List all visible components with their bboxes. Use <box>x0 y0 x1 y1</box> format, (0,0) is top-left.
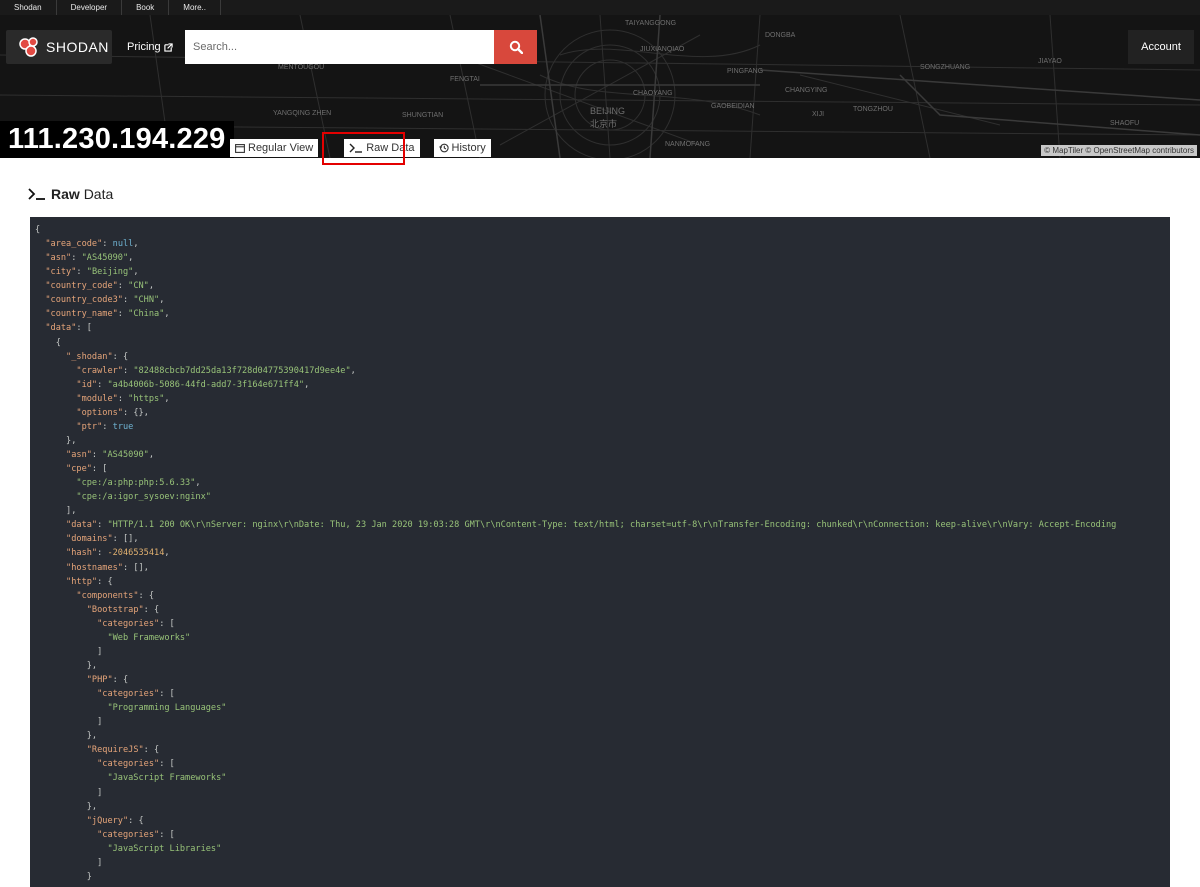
map-label: NANMOFANG <box>665 141 710 148</box>
tab-history-label: History <box>451 142 486 154</box>
pricing-label: Pricing <box>127 41 161 53</box>
nav-shodan[interactable]: Shodan <box>0 0 57 15</box>
map-label: TAIYANGGONG <box>625 20 676 27</box>
map-label: CHANGYING <box>785 87 827 94</box>
shodan-logo[interactable]: SHODAN <box>6 30 112 64</box>
nav-more[interactable]: More.. <box>169 0 221 15</box>
map-label: JIAYAO <box>1038 58 1062 65</box>
map-attribution: © MapTiler © OpenStreetMap contributors <box>1041 145 1197 156</box>
map-label: DONGBA <box>765 32 796 39</box>
raw-json: { "area_code": null, "asn": "AS45090", "… <box>35 225 1117 882</box>
raw-data-code-block[interactable]: { "area_code": null, "asn": "AS45090", "… <box>30 217 1170 887</box>
search-icon <box>509 40 523 54</box>
map-label: GAOBEIDIAN <box>711 103 755 110</box>
logo-text: SHODAN <box>46 39 109 55</box>
history-icon <box>438 143 449 153</box>
map-label: SONGZHUANG <box>920 64 970 71</box>
window-icon <box>235 143 245 153</box>
search-input[interactable] <box>185 30 495 64</box>
map-label: PINGFANG <box>727 68 763 75</box>
ip-address: 111.230.194.229 <box>0 121 234 158</box>
top-nav: Shodan Developer Book More.. <box>0 0 1200 15</box>
map-label: SHAOFU <box>1110 120 1139 127</box>
map-label: MENTOUGOU <box>278 64 324 71</box>
header-map: TAIYANGGONG DONGBA BEIJING 北京市 CHAOYANG … <box>0 15 1200 158</box>
section-title-bold: Raw <box>51 186 80 202</box>
account-button[interactable]: Account <box>1128 30 1194 64</box>
map-label: JIUXIANQIAO <box>640 46 685 53</box>
tab-regular-view[interactable]: Regular View <box>230 139 319 157</box>
pricing-link[interactable]: Pricing <box>127 41 173 53</box>
map-label: XIJI <box>812 111 824 118</box>
map-label: YANGQING ZHEN <box>273 110 331 117</box>
section-title: Raw Data <box>28 186 113 202</box>
tab-history[interactable]: History <box>433 139 491 157</box>
map-label: BEIJING <box>590 106 625 116</box>
section-title-rest: Data <box>83 186 114 202</box>
search-button[interactable] <box>494 30 537 64</box>
tab-highlight-box <box>322 132 405 165</box>
map-label: 北京市 <box>590 118 617 129</box>
tab-regular-view-label: Regular View <box>248 142 314 154</box>
nav-developer[interactable]: Developer <box>57 0 123 15</box>
map-label: FENGTAI <box>450 76 480 83</box>
terminal-icon <box>28 188 45 200</box>
nav-book[interactable]: Book <box>122 0 170 15</box>
map-label: CHAOYANG <box>633 90 673 97</box>
map-label: SHUNGTIAN <box>402 112 443 119</box>
map-label: TONGZHOU <box>853 106 893 113</box>
shodan-logo-icon <box>19 37 38 57</box>
external-link-icon <box>163 42 173 52</box>
